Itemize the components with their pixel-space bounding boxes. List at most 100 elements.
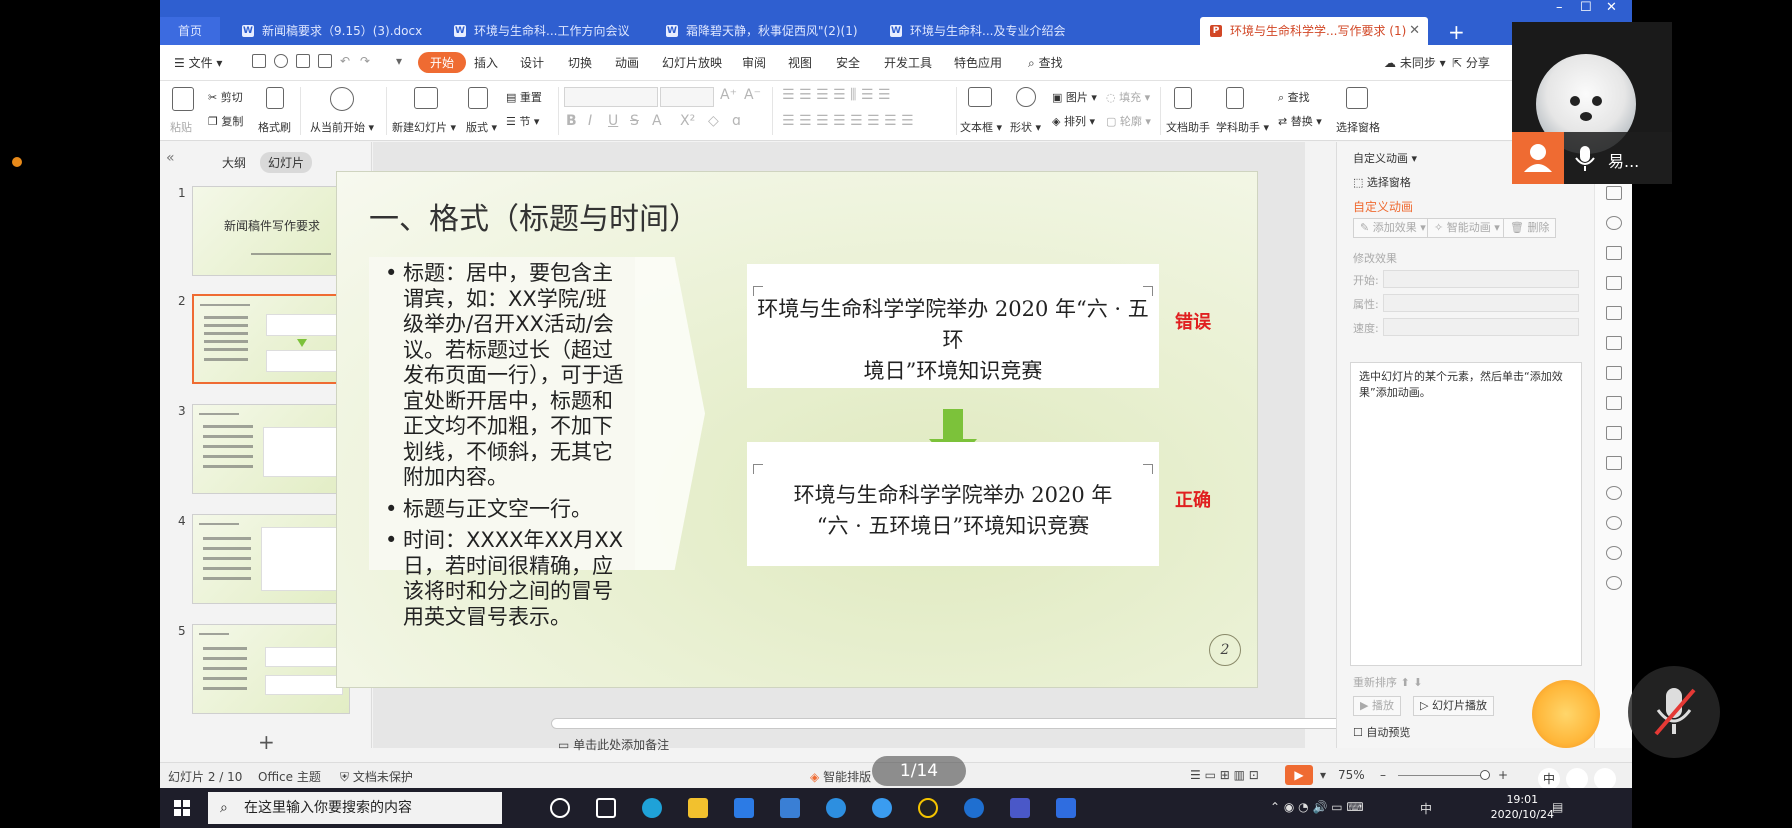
slide-thumbnail-2[interactable] bbox=[192, 294, 350, 384]
help-icon[interactable] bbox=[1606, 576, 1622, 590]
tab-document[interactable]: W 霜降碧天静，秋事促西风"(2)(1) bbox=[656, 17, 868, 45]
notes-field[interactable]: ▭ 单击此处添加备注 bbox=[536, 734, 1306, 756]
slide-thumbnail-5[interactable] bbox=[192, 624, 350, 714]
audio-icon[interactable] bbox=[1606, 486, 1622, 500]
paste-icon[interactable] bbox=[172, 87, 194, 111]
layers-icon[interactable] bbox=[1606, 186, 1622, 200]
tab-document[interactable]: W 新闻稿要求（9.15）(3).docx bbox=[232, 17, 432, 45]
preview-icon[interactable] bbox=[318, 54, 332, 68]
ime-indicator[interactable]: 中 bbox=[1538, 768, 1560, 790]
menu-tab-review[interactable]: 审阅 bbox=[742, 54, 766, 71]
menu-search[interactable]: ⌕ 查找 bbox=[1028, 54, 1063, 71]
menu-tab-home[interactable]: 开始 bbox=[418, 52, 467, 73]
menu-tab-slideshow[interactable]: 幻灯片放映 bbox=[662, 54, 722, 71]
char-spacing-icon[interactable]: ɑ bbox=[732, 113, 741, 129]
tab-presentation-active[interactable]: P 环境与生命科学学...写作要求 (1) ✕ bbox=[1200, 17, 1428, 45]
clear-format-icon[interactable]: ◇ bbox=[708, 113, 719, 129]
add-slide-button[interactable]: + bbox=[258, 730, 275, 754]
font-color-icon[interactable]: A bbox=[652, 113, 662, 129]
menu-tab-animation[interactable]: 动画 bbox=[615, 54, 639, 71]
tab-document[interactable]: W 环境与生命科...工作方向会议 bbox=[444, 17, 644, 45]
italic-icon[interactable]: I bbox=[588, 113, 592, 129]
slide-thumbnail-1[interactable]: 新闻稿件写作要求 bbox=[192, 186, 350, 276]
menu-tab-developer[interactable]: 开发工具 bbox=[884, 54, 932, 71]
section-button[interactable]: ☰ 节 ▾ bbox=[506, 113, 539, 129]
ie2-icon[interactable] bbox=[964, 798, 984, 818]
view-buttons[interactable]: ☰ ▭ ⊞ ▥ ⊡ bbox=[1190, 768, 1259, 782]
slide-thumbnail-3[interactable] bbox=[192, 404, 350, 494]
picture-button[interactable]: ▣ 图片 ▾ bbox=[1052, 89, 1097, 105]
new-slide-button[interactable]: 新建幻灯片 ▾ bbox=[392, 119, 456, 135]
collapse-pane-icon[interactable]: « bbox=[166, 150, 175, 166]
menu-tab-security[interactable]: 安全 bbox=[836, 54, 860, 71]
zoom-slider[interactable] bbox=[1398, 775, 1488, 776]
zoom-out-icon[interactable]: – bbox=[1380, 768, 1386, 782]
tab-outline[interactable]: 大纲 bbox=[214, 152, 254, 173]
task-view-icon[interactable] bbox=[596, 798, 616, 818]
smart-animation-button[interactable]: ✧ 智能动画 ▾ bbox=[1427, 218, 1507, 238]
maximize-icon[interactable]: ☐ bbox=[1580, 0, 1592, 15]
arrow-up-icon[interactable]: ⬆ bbox=[1401, 676, 1410, 689]
tab-slides[interactable]: 幻灯片 bbox=[260, 152, 313, 173]
animation-list[interactable]: 选中幻灯片的某个元素，然后单击“添加效果”添加动画。 bbox=[1350, 362, 1582, 666]
find-button[interactable]: ⌕ 查找 bbox=[1278, 89, 1310, 105]
undo-icon[interactable]: ↶ bbox=[340, 54, 350, 68]
correct-example-box[interactable]: 环境与生命科学学院举办 2020 年 “六 · 五环境日”环境知识竞赛 bbox=[747, 442, 1159, 566]
ime-indicator-taskbar[interactable]: 中 bbox=[1420, 800, 1432, 817]
shape-button[interactable]: 形状 ▾ bbox=[1010, 119, 1041, 135]
file-explorer-icon[interactable] bbox=[688, 798, 708, 818]
play-from-current-button[interactable]: 从当前开始 ▾ bbox=[310, 119, 374, 135]
bold-icon[interactable]: B bbox=[566, 113, 577, 129]
protection-status[interactable]: ⛨ 文档未保护 bbox=[340, 768, 413, 785]
save-icon[interactable] bbox=[252, 54, 266, 68]
ime-dot-icon[interactable] bbox=[1566, 768, 1588, 790]
slideshow-dropdown[interactable]: ▾ bbox=[1320, 768, 1326, 782]
autopreview-checkbox[interactable]: ☐ 自动预览 bbox=[1353, 724, 1410, 740]
windows-start-icon[interactable] bbox=[174, 800, 190, 819]
qq-icon[interactable] bbox=[918, 798, 938, 818]
menu-tab-features[interactable]: 特色应用 bbox=[954, 54, 1002, 71]
zoom-level[interactable]: 75% bbox=[1338, 768, 1365, 782]
wrong-example-box[interactable]: 环境与生命科学学院举办 2020 年“六 · 五环 境日”环境知识竞赛 bbox=[747, 264, 1159, 388]
edge-icon[interactable] bbox=[642, 798, 662, 818]
menu-tab-design[interactable]: 设计 bbox=[520, 54, 544, 71]
new-tab-button[interactable]: + bbox=[1448, 20, 1465, 44]
sliders-icon[interactable] bbox=[1606, 336, 1622, 350]
property-select[interactable] bbox=[1383, 294, 1579, 312]
feishu-icon[interactable] bbox=[872, 798, 892, 818]
select-pane-button[interactable]: 选择窗格 bbox=[1336, 119, 1380, 135]
copy-button[interactable]: ❐ 复制 bbox=[208, 113, 243, 129]
close-icon[interactable]: ✕ bbox=[1409, 17, 1420, 45]
picture-icon[interactable] bbox=[1606, 456, 1622, 470]
bullet-text-box[interactable]: 标题：居中，要包含主谓宾，如：XX学院/班级举办/召开XX活动/会议。若标题过长… bbox=[369, 257, 635, 629]
share-button[interactable]: ⇱ 分享 bbox=[1452, 54, 1490, 71]
system-tray-icons[interactable]: ⌃ ◉ ◔ 🔊 ▭ ⌨ bbox=[1270, 800, 1364, 814]
export-icon[interactable] bbox=[274, 54, 288, 68]
file-menu[interactable]: ☰ 文件 ▾ bbox=[174, 54, 222, 71]
start-select[interactable] bbox=[1383, 270, 1579, 288]
notification-icon[interactable]: ▤ bbox=[1552, 800, 1563, 814]
smart-layout-button[interactable]: ◈ 智能排版 bbox=[810, 768, 871, 785]
strikethrough-icon[interactable]: S bbox=[630, 113, 639, 129]
mail-icon[interactable] bbox=[780, 798, 800, 818]
ime-skin-icon[interactable] bbox=[1594, 768, 1616, 790]
settings-icon[interactable] bbox=[1606, 516, 1622, 530]
format-painter-button[interactable]: 格式刷 bbox=[258, 119, 291, 135]
cortana-icon[interactable] bbox=[550, 798, 570, 818]
history-icon[interactable] bbox=[1606, 546, 1622, 560]
gallery-icon[interactable] bbox=[1606, 366, 1622, 380]
slide-title[interactable]: 一、格式（标题与时间） bbox=[369, 194, 699, 238]
menu-tab-transition[interactable]: 切换 bbox=[568, 54, 592, 71]
subject-assistant-button[interactable]: 学科助手 ▾ bbox=[1216, 119, 1269, 135]
delete-button[interactable]: 🗑 删除 bbox=[1503, 218, 1557, 238]
grid-icon[interactable] bbox=[1606, 276, 1622, 290]
customize-icon[interactable]: ▾ bbox=[396, 54, 402, 68]
layout-button[interactable]: 版式 ▾ bbox=[466, 119, 497, 135]
cut-button[interactable]: ✂ 剪切 bbox=[208, 89, 243, 105]
arrow-down-icon[interactable]: ⬇ bbox=[1413, 676, 1422, 689]
wps-icon[interactable] bbox=[1010, 798, 1030, 818]
font-size-select[interactable] bbox=[660, 87, 714, 107]
current-slide[interactable]: 一、格式（标题与时间） 标题：居中，要包含主谓宾，如：XX学院/班级举办/召开X… bbox=[336, 171, 1258, 688]
reset-button[interactable]: ▤ 重置 bbox=[506, 89, 542, 105]
font-family-select[interactable] bbox=[564, 87, 658, 107]
